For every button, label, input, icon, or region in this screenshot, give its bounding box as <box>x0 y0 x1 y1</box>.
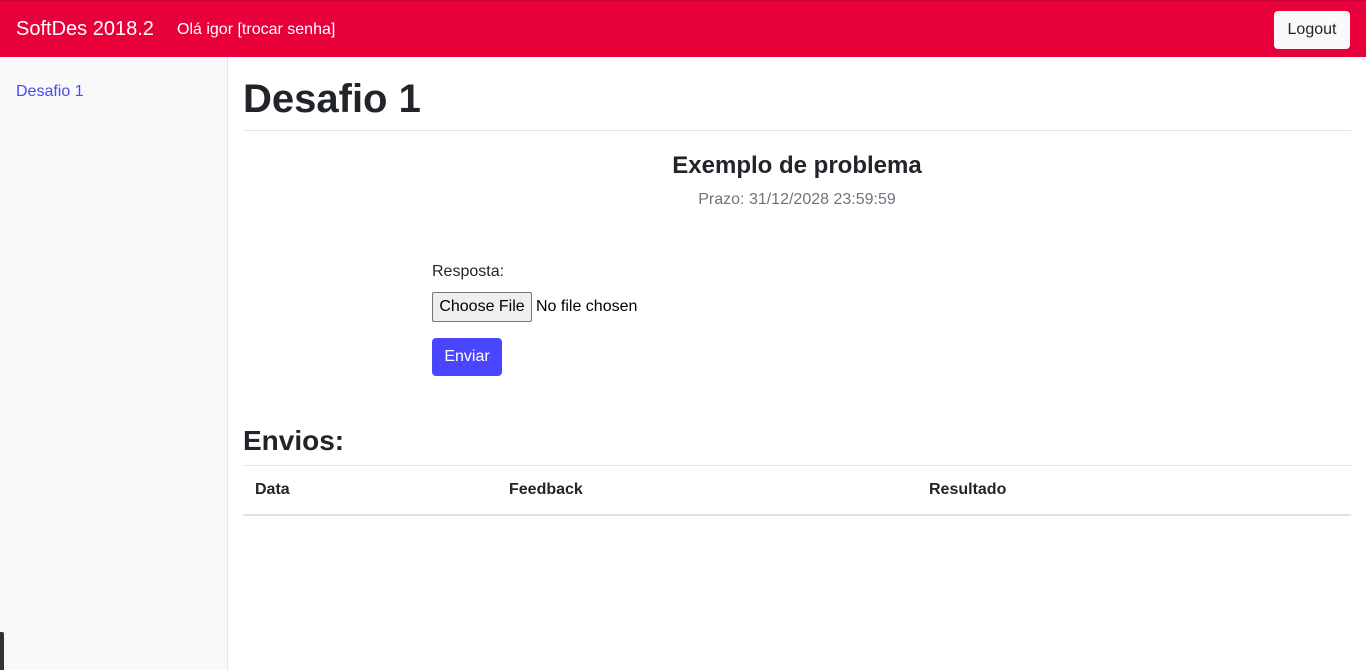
sidebar-item-desafio-1[interactable]: Desafio 1 <box>16 83 84 101</box>
page-title: Desafio 1 <box>243 77 421 121</box>
file-status-text: No file chosen <box>536 298 638 315</box>
logout-button[interactable]: Logout <box>1274 11 1350 49</box>
choose-file-button[interactable]: Choose File <box>432 292 532 322</box>
brand-link[interactable]: SoftDes 2018.2 <box>16 18 154 41</box>
column-header-data: Data <box>243 466 497 516</box>
main-content: Desafio 1 Exemplo de problema Prazo: 31/… <box>243 57 1351 670</box>
top-navbar: SoftDes 2018.2 Olá igor [trocar senha] L… <box>0 0 1366 57</box>
submissions-title: Envios: <box>243 425 345 456</box>
greeting-text: Olá igor <box>177 21 234 38</box>
problem-title: Exemplo de problema <box>672 152 922 179</box>
window-edge-handle <box>0 632 4 670</box>
answer-label: Resposta: <box>432 263 505 280</box>
title-divider <box>243 130 1351 131</box>
sidebar: Desafio 1 <box>0 57 228 670</box>
column-header-feedback: Feedback <box>497 466 917 516</box>
change-password-link[interactable]: [trocar senha] <box>237 21 335 38</box>
column-header-resultado: Resultado <box>917 466 1351 516</box>
deadline-text: Prazo: 31/12/2028 23:59:59 <box>698 191 896 208</box>
submissions-table: Data Feedback Resultado <box>243 466 1351 516</box>
submit-button[interactable]: Enviar <box>432 338 502 376</box>
answer-form: Resposta: Choose File No file chosen Env… <box>432 262 832 392</box>
user-greeting: Olá igor [trocar senha] <box>177 21 335 39</box>
table-header-row: Data Feedback Resultado <box>243 466 1351 516</box>
